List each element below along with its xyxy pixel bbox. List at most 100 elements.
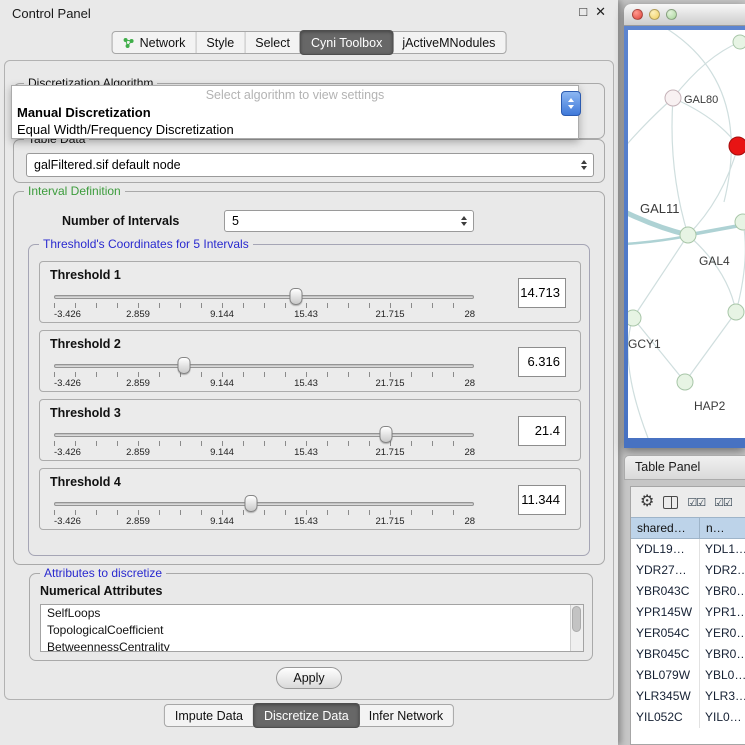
list-item[interactable]: BetweennessCentrality: [41, 639, 583, 652]
network-node-gal80[interactable]: [665, 90, 681, 106]
threshold-3-value-field[interactable]: 21.4: [518, 416, 566, 446]
slider-scale: -3.426 2.859 9.144 15.43 21.715 28: [54, 378, 474, 390]
threshold-3-slider[interactable]: -3.426 2.859 9.144 15.43 21.715 28: [54, 424, 474, 460]
table-cell[interactable]: YIL052C: [631, 707, 700, 728]
tab-select[interactable]: Select: [245, 32, 301, 53]
table-cell[interactable]: YBR0…: [700, 644, 745, 665]
columns-icon[interactable]: [663, 496, 678, 509]
dropdown-option-manual-discretization[interactable]: Manual Discretization: [12, 104, 578, 121]
table-cell[interactable]: YLR345W: [631, 686, 700, 707]
slider-thumb[interactable]: [290, 288, 303, 305]
float-panel-icon[interactable]: □: [579, 4, 587, 20]
column-header-name[interactable]: n…: [700, 518, 745, 538]
tab-style[interactable]: Style: [196, 32, 245, 53]
node-label-gal11: GAL11: [640, 201, 680, 216]
slider-track[interactable]: [54, 433, 474, 437]
threshold-4-value-field[interactable]: 11.344: [518, 485, 566, 515]
slider-thumb[interactable]: [379, 426, 392, 443]
tab-cyni-toolbox[interactable]: Cyni Toolbox: [300, 30, 393, 55]
slider-thumb[interactable]: [245, 495, 258, 512]
table-cell[interactable]: YER054C: [631, 623, 700, 644]
close-window-icon[interactable]: [632, 9, 643, 20]
table-row[interactable]: YDR27… YDR2…: [631, 560, 745, 581]
combo-stepper-icon: [461, 216, 473, 226]
network-node-selected[interactable]: [729, 137, 745, 155]
control-panel-tabbar: Network Style Select Cyni Toolbox jActiv…: [112, 31, 507, 54]
table-cell[interactable]: YBL079W: [631, 665, 700, 686]
threshold-1-panel: Threshold 1 -3.426 2.859 9.144 15.43 21.…: [39, 261, 581, 323]
table-row[interactable]: YLR345W YLR3…: [631, 686, 745, 707]
slider-thumb[interactable]: [178, 357, 191, 374]
tab-impute-data[interactable]: Impute Data: [165, 705, 254, 726]
network-node-hap2[interactable]: [677, 374, 693, 390]
threshold-4-panel: Threshold 4 -3.426 2.859 9.144 15.43 21.…: [39, 468, 581, 530]
minimize-window-icon[interactable]: [649, 9, 660, 20]
network-node[interactable]: [733, 35, 745, 49]
slider-track[interactable]: [54, 502, 474, 506]
tab-jactivemnodules[interactable]: jActiveMNodules: [392, 32, 505, 53]
dropdown-placeholder: Select algorithm to view settings: [12, 86, 578, 104]
slider-track[interactable]: [54, 295, 474, 299]
network-node[interactable]: [728, 304, 744, 320]
table-row[interactable]: YBR043C YBR0…: [631, 581, 745, 602]
tab-infer-network[interactable]: Infer Network: [359, 705, 453, 726]
threshold-1-slider[interactable]: -3.426 2.859 9.144 15.43 21.715 28: [54, 286, 474, 322]
list-item[interactable]: TopologicalCoefficient: [41, 622, 583, 639]
algorithm-combo-button[interactable]: [561, 91, 581, 116]
table-body: YDL19… YDL1… YDR27… YDR2… YBR043C YBR0… …: [631, 539, 745, 744]
table-cell[interactable]: YPR1…: [700, 602, 745, 623]
tab-label: Cyni Toolbox: [311, 36, 382, 50]
table-data-combo[interactable]: galFiltered.sif default node: [26, 153, 594, 177]
table-row[interactable]: YER054C YER0…: [631, 623, 745, 644]
table-row[interactable]: YBR045C YBR0…: [631, 644, 745, 665]
table-data-group: Table Data galFiltered.sif default node: [13, 139, 605, 183]
table-row[interactable]: YIL052C YIL0…: [631, 707, 745, 728]
dropdown-option-equal-width-frequency[interactable]: Equal Width/Frequency Discretization: [12, 121, 578, 138]
table-cell[interactable]: YBR043C: [631, 581, 700, 602]
threshold-1-value-field[interactable]: 14.713: [518, 278, 566, 308]
threshold-2-value-field[interactable]: 6.316: [518, 347, 566, 377]
table-cell[interactable]: YBR045C: [631, 644, 700, 665]
table-cell[interactable]: YDR2…: [700, 560, 745, 581]
list-scrollbar[interactable]: [570, 605, 583, 651]
network-canvas-wrap: GAL80 GAL11 GAL4 GCY1 HAP2: [628, 30, 745, 438]
table-panel-titlebar: Table Panel: [624, 455, 745, 480]
table-cell[interactable]: YIL0…: [700, 707, 745, 728]
network-node-gal4[interactable]: [680, 227, 696, 243]
zoom-window-icon[interactable]: [666, 9, 677, 20]
table-cell[interactable]: YDL1…: [700, 539, 745, 560]
network-canvas[interactable]: GAL80 GAL11 GAL4 GCY1 HAP2: [628, 30, 745, 438]
network-window-titlebar[interactable]: [624, 4, 745, 26]
gear-icon[interactable]: ⚙: [640, 494, 654, 510]
table-cell[interactable]: YDL19…: [631, 539, 700, 560]
table-cell[interactable]: YLR3…: [700, 686, 745, 707]
slider-track[interactable]: [54, 364, 474, 368]
table-row[interactable]: YDL19… YDL1…: [631, 539, 745, 560]
table-row[interactable]: YPR145W YPR1…: [631, 602, 745, 623]
apply-button[interactable]: Apply: [276, 667, 342, 689]
close-panel-icon[interactable]: ✕: [595, 4, 606, 20]
threshold-4-slider[interactable]: -3.426 2.859 9.144 15.43 21.715 28: [54, 493, 474, 529]
scrollbar-thumb[interactable]: [572, 606, 581, 632]
table-cell[interactable]: YER0…: [700, 623, 745, 644]
interval-definition-group: Interval Definition Number of Intervals …: [13, 191, 605, 565]
number-of-intervals-combo[interactable]: 5: [224, 210, 474, 232]
table-row[interactable]: YBL079W YBL0…: [631, 665, 745, 686]
tab-label: Select: [255, 36, 290, 50]
node-label-hap2: HAP2: [694, 399, 726, 413]
node-label-gal80: GAL80: [684, 94, 718, 106]
arrow-up-icon: [568, 98, 574, 102]
network-node-gcy1[interactable]: [628, 310, 641, 326]
tab-discretize-data[interactable]: Discretize Data: [253, 703, 360, 728]
table-cell[interactable]: YBR0…: [700, 581, 745, 602]
select-rows-icon[interactable]: ☑☑: [714, 496, 732, 509]
tab-network[interactable]: Network: [113, 32, 197, 53]
column-header-shared-name[interactable]: shared…: [631, 518, 700, 538]
threshold-2-panel: Threshold 2 -3.426 2.859 9.144 15.43 21.…: [39, 330, 581, 392]
table-cell[interactable]: YDR27…: [631, 560, 700, 581]
table-cell[interactable]: YPR145W: [631, 602, 700, 623]
table-cell[interactable]: YBL0…: [700, 665, 745, 686]
threshold-2-slider[interactable]: -3.426 2.859 9.144 15.43 21.715 28: [54, 355, 474, 391]
select-columns-icon[interactable]: ☑☑: [687, 496, 705, 509]
list-item[interactable]: SelfLoops: [41, 605, 583, 622]
